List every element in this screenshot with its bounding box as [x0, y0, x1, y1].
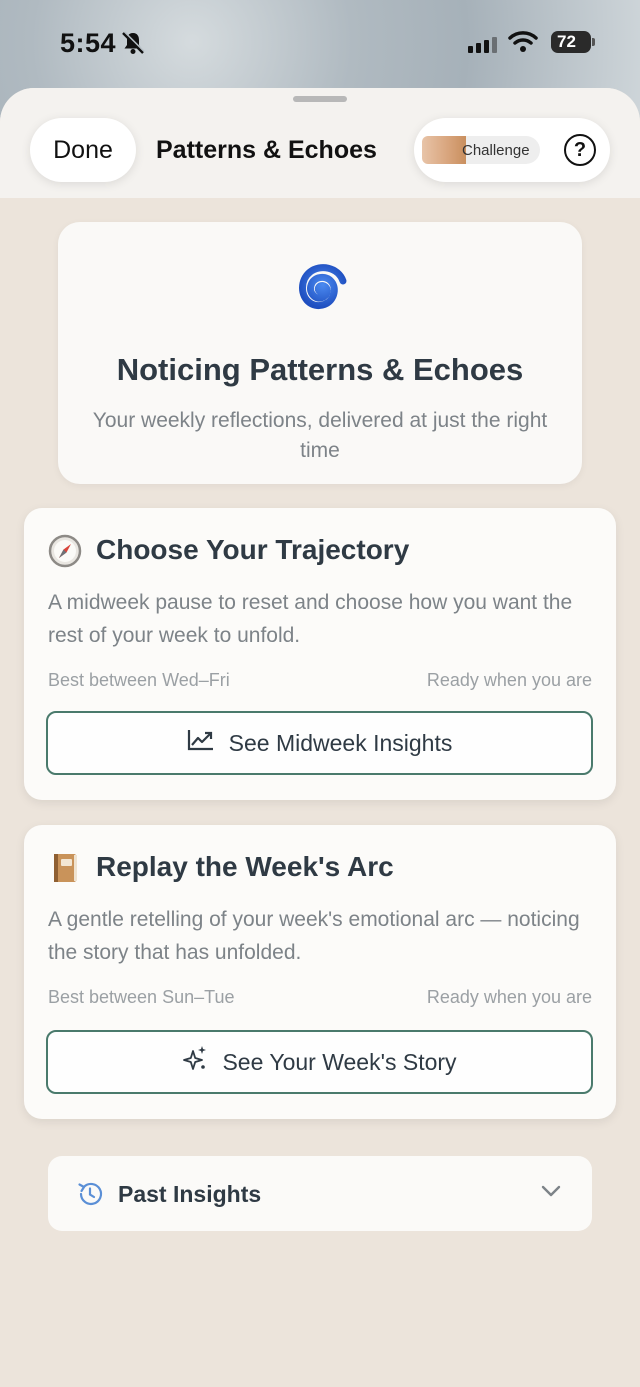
chevron-down-icon [540, 1184, 562, 1203]
challenge-button[interactable]: Challenge [422, 136, 540, 164]
sparkles-icon [182, 1045, 208, 1079]
sheet-grabber[interactable] [293, 96, 347, 102]
past-insights-toggle[interactable]: Past Insights [48, 1156, 592, 1231]
history-icon [76, 1180, 104, 1213]
wifi-icon [508, 30, 538, 57]
battery-level: 72 [557, 32, 576, 51]
button-label: See Midweek Insights [228, 729, 453, 756]
hero-subtitle: Your weekly reflections, delivered at ju… [92, 409, 548, 462]
best-time-label: Best between Wed–Fri [48, 670, 230, 690]
status-time: 5:54 [60, 28, 117, 58]
card-description: A midweek pause to reset and choose how … [48, 591, 573, 647]
header-actions: Challenge ? [414, 118, 610, 182]
card-title: Replay the Week's Arc [96, 851, 394, 882]
spiral-icon [288, 256, 352, 329]
cellular-signal-icon [468, 37, 497, 53]
help-button[interactable]: ? [564, 134, 596, 166]
hero-card: Noticing Patterns & Echoes Your weekly r… [58, 222, 582, 484]
button-label: See Your Week's Story [222, 1048, 457, 1075]
status-bar: 5:54 72 [0, 0, 640, 88]
battery-indicator: 72 [551, 31, 595, 53]
card-description: A gentle retelling of your week's emotio… [48, 908, 580, 964]
patterns-sheet: Done Patterns & Echoes Challenge ? Notic… [0, 88, 640, 1387]
see-midweek-insights-button[interactable]: See Midweek Insights [46, 711, 593, 775]
status-label: Ready when you are [426, 987, 592, 1007]
see-week-story-button[interactable]: See Your Week's Story [46, 1030, 593, 1094]
best-time-label: Best between Sun–Tue [48, 987, 235, 1007]
compass-icon [48, 534, 82, 568]
past-insights-label: Past Insights [118, 1181, 262, 1207]
chart-line-icon [187, 728, 215, 758]
page-title: Patterns & Echoes [156, 136, 377, 164]
bell-slash-icon [120, 30, 146, 61]
done-button[interactable]: Done [30, 118, 136, 182]
trajectory-card: Choose Your Trajectory A midweek pause t… [24, 508, 616, 800]
week-arc-card: Replay the Week's Arc A gentle retelling… [24, 825, 616, 1119]
status-label: Ready when you are [426, 670, 592, 690]
book-icon [48, 851, 82, 885]
hero-title: Noticing Patterns & Echoes [116, 352, 524, 387]
sheet-header: Done Patterns & Echoes Challenge ? [0, 88, 640, 198]
card-title: Choose Your Trajectory [96, 534, 410, 565]
challenge-label: Challenge [462, 141, 530, 159]
